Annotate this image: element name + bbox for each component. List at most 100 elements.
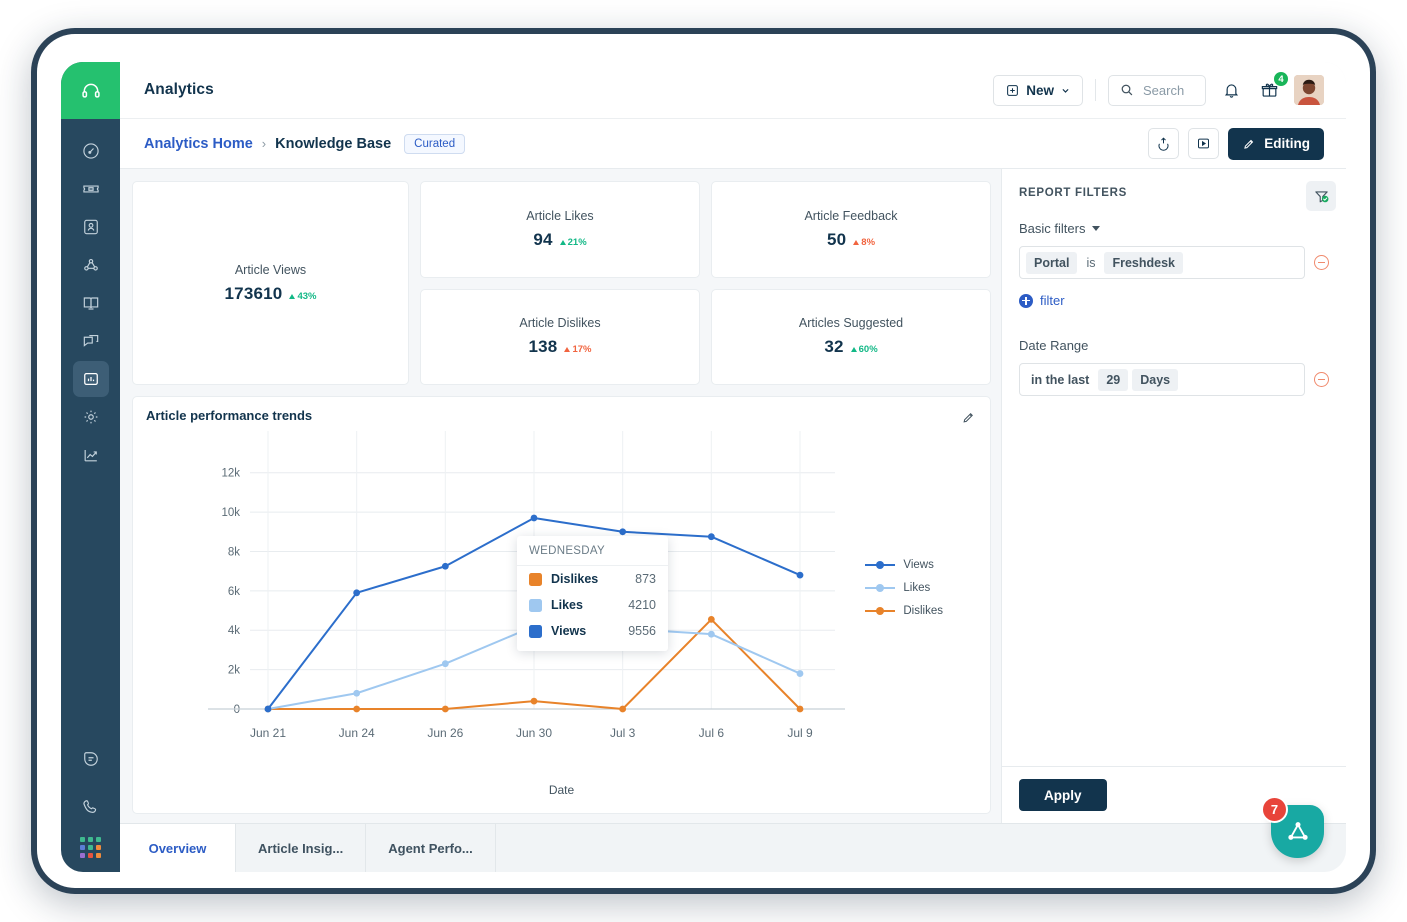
sidebar-item-analytics[interactable] xyxy=(72,361,109,397)
tooltip-row-dislikes: Dislikes 873 xyxy=(517,566,668,592)
kpi-card-article-likes[interactable]: Article Likes 94 21% xyxy=(420,181,700,278)
plus-circle-icon xyxy=(1019,293,1033,308)
chart-legend: Views Likes Dislikes xyxy=(865,559,943,617)
sidebar-item-dashboard[interactable] xyxy=(73,133,109,169)
remove-filter-button[interactable] xyxy=(1314,255,1329,270)
svg-text:4k: 4k xyxy=(228,625,240,637)
add-filter-label: filter xyxy=(1040,293,1065,308)
phone-button[interactable] xyxy=(73,789,109,825)
tooltip-swatch xyxy=(529,624,542,638)
sidebar-item-knowledge-base[interactable] xyxy=(73,285,109,321)
chevron-down-icon xyxy=(1092,226,1101,231)
delta-up-icon xyxy=(564,347,571,353)
tooltip-label: Likes xyxy=(551,598,583,612)
page-title: Knowledge Base xyxy=(275,135,392,152)
remove-date-range-button[interactable] xyxy=(1314,372,1329,387)
chart-card: Article performance trends 0 2k 4k 6k 8k 10k 1… xyxy=(132,396,991,814)
basic-filters-toggle[interactable]: Basic filters xyxy=(1019,221,1329,236)
contact-card-icon xyxy=(83,219,98,235)
date-range-label: Date Range xyxy=(1019,338,1089,353)
new-button-label: New xyxy=(1026,82,1054,98)
legend-item-views[interactable]: Views xyxy=(865,559,943,571)
breadcrumb-home-link[interactable]: Analytics Home xyxy=(144,136,253,152)
legend-swatch xyxy=(865,607,896,615)
sidebar-item-admin[interactable] xyxy=(73,399,109,435)
date-range-amount[interactable]: 29 xyxy=(1098,368,1129,391)
delta-up-icon xyxy=(850,347,857,353)
device-frame: Analytics New Search 4 Analytics Home › … xyxy=(31,28,1376,894)
sidebar-item-social[interactable] xyxy=(73,247,109,283)
headset-icon xyxy=(81,83,100,98)
freshworks-icon xyxy=(1287,821,1308,840)
kpi-card-article-feedback[interactable]: Article Feedback 50 8% xyxy=(711,181,991,278)
chart-tooltip: WEDNESDAY Dislikes 873 Likes 4210 Views … xyxy=(517,536,668,651)
svg-text:Jul 3: Jul 3 xyxy=(610,726,636,740)
chart-edit-button[interactable] xyxy=(958,407,978,427)
sidebar-item-trends[interactable] xyxy=(73,437,109,473)
tab-overview[interactable]: Overview xyxy=(120,824,236,872)
kpi-label: Articles Suggested xyxy=(798,316,904,331)
legend-item-likes[interactable]: Likes xyxy=(865,582,943,594)
export-button[interactable] xyxy=(1148,128,1180,159)
present-button[interactable] xyxy=(1188,128,1220,159)
legend-swatch xyxy=(865,561,896,569)
left-nav-rail xyxy=(61,62,120,872)
sidebar-item-contacts[interactable] xyxy=(73,209,109,245)
filter-toggle-button[interactable] xyxy=(1306,181,1336,211)
editing-button[interactable]: Editing xyxy=(1228,127,1324,160)
tooltip-value: 4210 xyxy=(628,598,656,612)
curated-badge: Curated xyxy=(404,133,466,154)
bar-chart-icon xyxy=(83,372,98,386)
gift-badge: 4 xyxy=(1273,71,1289,87)
freshworks-assistant-button[interactable]: 7 xyxy=(1261,796,1324,858)
app-logo[interactable] xyxy=(61,62,120,119)
top-bar: Analytics New Search 4 xyxy=(120,62,1346,119)
search-input[interactable]: Search xyxy=(1108,74,1206,106)
apply-button[interactable]: Apply xyxy=(1019,779,1107,811)
kpi-delta: 8% xyxy=(853,237,875,248)
filter-field-token[interactable]: Portal xyxy=(1026,251,1078,274)
user-avatar xyxy=(1294,75,1324,105)
top-bar-actions: New Search 4 xyxy=(993,71,1346,106)
toolbar-divider xyxy=(1095,79,1096,101)
kpi-card-articles-suggested[interactable]: Articles Suggested 32 60% xyxy=(711,288,991,385)
present-play-icon xyxy=(1198,138,1210,149)
new-button[interactable]: New xyxy=(993,74,1083,106)
tooltip-label: Views xyxy=(551,624,587,638)
tab-article-insights[interactable]: Article Insig... xyxy=(236,824,367,872)
date-range-field[interactable]: in the last 29 Days xyxy=(1019,363,1305,396)
svg-text:Jun 21: Jun 21 xyxy=(250,726,286,740)
app-grid-icon[interactable] xyxy=(80,837,101,858)
notifications-button[interactable] xyxy=(1218,77,1244,103)
plus-square-icon xyxy=(1007,84,1019,96)
svg-text:Jul 9: Jul 9 xyxy=(787,726,813,740)
app-screen: Analytics New Search 4 Analytics Home › … xyxy=(61,62,1346,872)
sidebar-item-conversations[interactable] xyxy=(73,323,109,359)
chat-bubble-button[interactable] xyxy=(73,741,109,777)
avatar[interactable] xyxy=(1294,75,1324,105)
pencil-icon xyxy=(962,412,973,423)
svg-text:0: 0 xyxy=(234,704,240,716)
kpi-card-article-dislikes[interactable]: Article Dislikes 138 17% xyxy=(420,288,700,385)
date-range-unit[interactable]: Days xyxy=(1132,368,1179,391)
search-placeholder: Search xyxy=(1143,82,1185,98)
svg-text:2k: 2k xyxy=(228,665,240,677)
offers-button[interactable]: 4 xyxy=(1256,71,1289,103)
kpi-row-top: Article Likes 94 21% Article Feedback 50… xyxy=(420,181,991,278)
tab-agent-performance[interactable]: Agent Perfo... xyxy=(366,824,496,872)
delta-up-icon xyxy=(289,293,296,299)
kpi-card-article-views[interactable]: Article Views 173610 43% xyxy=(132,181,409,385)
filter-condition-field[interactable]: Portal is Freshdesk xyxy=(1019,246,1305,279)
kpi-delta-value: 21% xyxy=(567,236,587,248)
tooltip-swatch xyxy=(529,572,542,586)
add-filter-button[interactable]: filter xyxy=(1019,293,1329,308)
chart-title: Article performance trends xyxy=(146,408,313,423)
legend-label: Dislikes xyxy=(903,605,943,617)
kpi-delta: 43% xyxy=(289,291,316,302)
kpi-delta-value: 8% xyxy=(861,236,876,248)
filter-value-token[interactable]: Freshdesk xyxy=(1104,251,1183,274)
sidebar-item-tickets[interactable] xyxy=(73,171,109,207)
legend-item-dislikes[interactable]: Dislikes xyxy=(865,605,943,617)
chat-stack-icon xyxy=(83,335,98,347)
legend-label: Likes xyxy=(903,582,931,594)
